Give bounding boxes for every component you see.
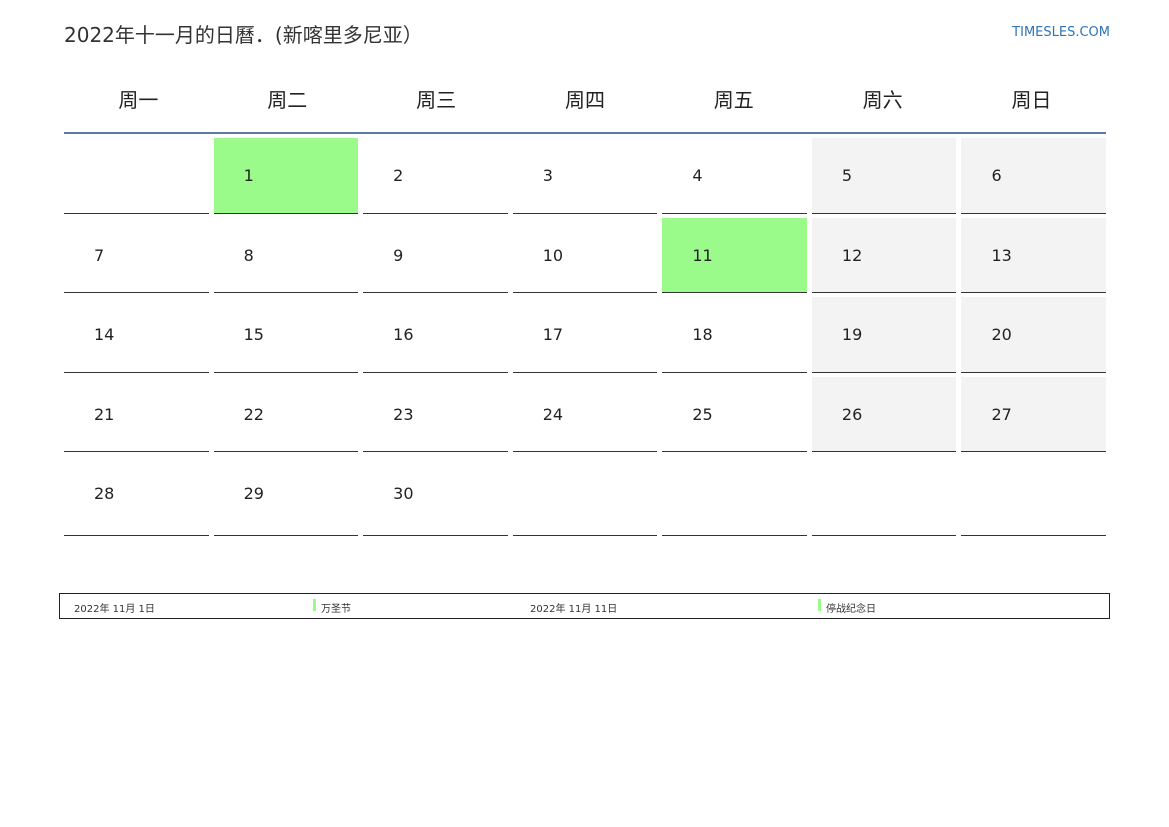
weekday-tue: 周二: [267, 88, 308, 112]
day-number: 4: [692, 166, 703, 185]
day-number: 2: [393, 166, 404, 185]
day-cell[interactable]: 15: [213, 297, 359, 373]
day-cell[interactable]: 10: [512, 218, 658, 293]
day-cell[interactable]: 22: [213, 377, 359, 452]
week-row: 28 29 30: [64, 452, 1107, 536]
day-number: 7: [94, 245, 105, 265]
day-cell-weekend[interactable]: 19: [811, 297, 957, 373]
day-cell[interactable]: 30: [363, 456, 508, 536]
day-cell[interactable]: 16: [363, 297, 508, 373]
week-row: 21 22 23 24 25 26 27: [64, 373, 1107, 452]
day-number: 22: [243, 404, 264, 424]
site-link[interactable]: TIMESLES.COM: [1012, 25, 1110, 40]
day-cell[interactable]: 4: [662, 138, 807, 214]
day-number: 18: [692, 325, 713, 344]
day-cell[interactable]: 9: [363, 218, 508, 293]
day-cell-holiday[interactable]: 11: [662, 217, 807, 293]
weekday-thu: 周四: [564, 88, 605, 112]
day-cell[interactable]: 7: [64, 218, 209, 293]
week-row: 1 2 3 4 5 6: [64, 134, 1107, 214]
day-number: 28: [94, 484, 115, 503]
holiday-legend: 2022年 11月 1日 万圣节 2022年 11月 11日 停战纪念日: [59, 593, 1110, 619]
day-cell[interactable]: 28: [64, 456, 209, 536]
holiday-name: 万圣节: [321, 604, 351, 615]
day-cell[interactable]: 14: [64, 297, 209, 373]
day-number: 30: [393, 484, 414, 503]
day-number: 5: [841, 166, 853, 185]
day-cell-weekend[interactable]: 26: [811, 376, 957, 452]
day-number: 16: [393, 325, 414, 344]
day-cell-weekend[interactable]: 5: [811, 138, 957, 214]
day-cell[interactable]: 17: [512, 297, 658, 373]
day-cell-empty: [662, 456, 807, 536]
day-number: 29: [243, 484, 264, 503]
day-cell[interactable]: 8: [213, 218, 359, 293]
weekday-sun: 周日: [1011, 88, 1052, 112]
weekday-wed: 周三: [416, 88, 457, 112]
day-number: 26: [841, 404, 863, 424]
day-number: 6: [991, 166, 1002, 185]
day-cell[interactable]: 2: [363, 138, 508, 214]
day-cell[interactable]: 3: [512, 138, 658, 214]
day-number: 27: [991, 404, 1012, 424]
day-number: 9: [393, 245, 404, 265]
day-number: 21: [94, 404, 115, 424]
day-cell-empty: [512, 456, 658, 536]
weekday-header-row: 周一 周二 周三 周四 周五 周六 周日: [64, 70, 1106, 134]
weekday-sat: 周六: [862, 88, 903, 112]
day-cell[interactable]: 25: [662, 377, 807, 452]
holiday-date: 2022年 11月 1日: [74, 604, 155, 615]
day-cell[interactable]: 21: [64, 377, 209, 452]
holiday-date: 2022年 11月 11日: [530, 604, 618, 615]
day-cell-empty: [64, 138, 209, 214]
day-number: 17: [542, 325, 564, 344]
day-cell-weekend[interactable]: 12: [811, 217, 957, 293]
day-number: 8: [243, 245, 254, 265]
day-number: 15: [243, 325, 264, 344]
page-title: 2022年十一月的日曆．(新喀里多尼亚）: [64, 23, 423, 47]
day-number: 12: [841, 245, 863, 265]
day-cell-weekend[interactable]: 6: [961, 138, 1107, 214]
weekday-mon: 周一: [118, 88, 159, 112]
week-row: 7 8 9 10 11 12 13: [64, 214, 1107, 293]
day-cell-weekend[interactable]: 13: [961, 217, 1107, 293]
holiday-color-marker: [313, 599, 316, 611]
week-row: 14 15 16 17 18 19 20: [64, 293, 1107, 373]
day-number: 13: [991, 245, 1012, 265]
day-cell[interactable]: 18: [662, 297, 807, 373]
day-number: 14: [94, 325, 115, 344]
day-number: 20: [991, 325, 1012, 344]
day-cell[interactable]: 24: [512, 377, 658, 452]
day-number: 25: [692, 404, 713, 424]
day-cell[interactable]: 29: [213, 456, 359, 536]
day-number: 10: [542, 245, 564, 265]
day-cell-weekend[interactable]: 20: [961, 297, 1107, 373]
holiday-name: 停战纪念日: [826, 604, 876, 615]
day-number: 11: [692, 245, 713, 265]
day-cell[interactable]: 23: [363, 377, 508, 452]
day-cell-holiday[interactable]: 1: [213, 138, 359, 214]
day-number: 3: [542, 166, 553, 185]
day-number: 23: [393, 404, 414, 424]
day-number: 19: [841, 325, 863, 344]
day-number: 24: [542, 404, 564, 424]
day-cell-weekend[interactable]: 27: [961, 376, 1107, 452]
calendar-grid: 周一 周二 周三 周四 周五 周六 周日 1 2 3 4 5 6 7 8 9 1…: [64, 70, 1107, 536]
day-number: 1: [243, 166, 254, 185]
day-cell-empty: [961, 456, 1107, 536]
holiday-color-marker: [818, 599, 821, 611]
day-cell-empty: [811, 456, 957, 536]
weekday-fri: 周五: [713, 88, 754, 112]
